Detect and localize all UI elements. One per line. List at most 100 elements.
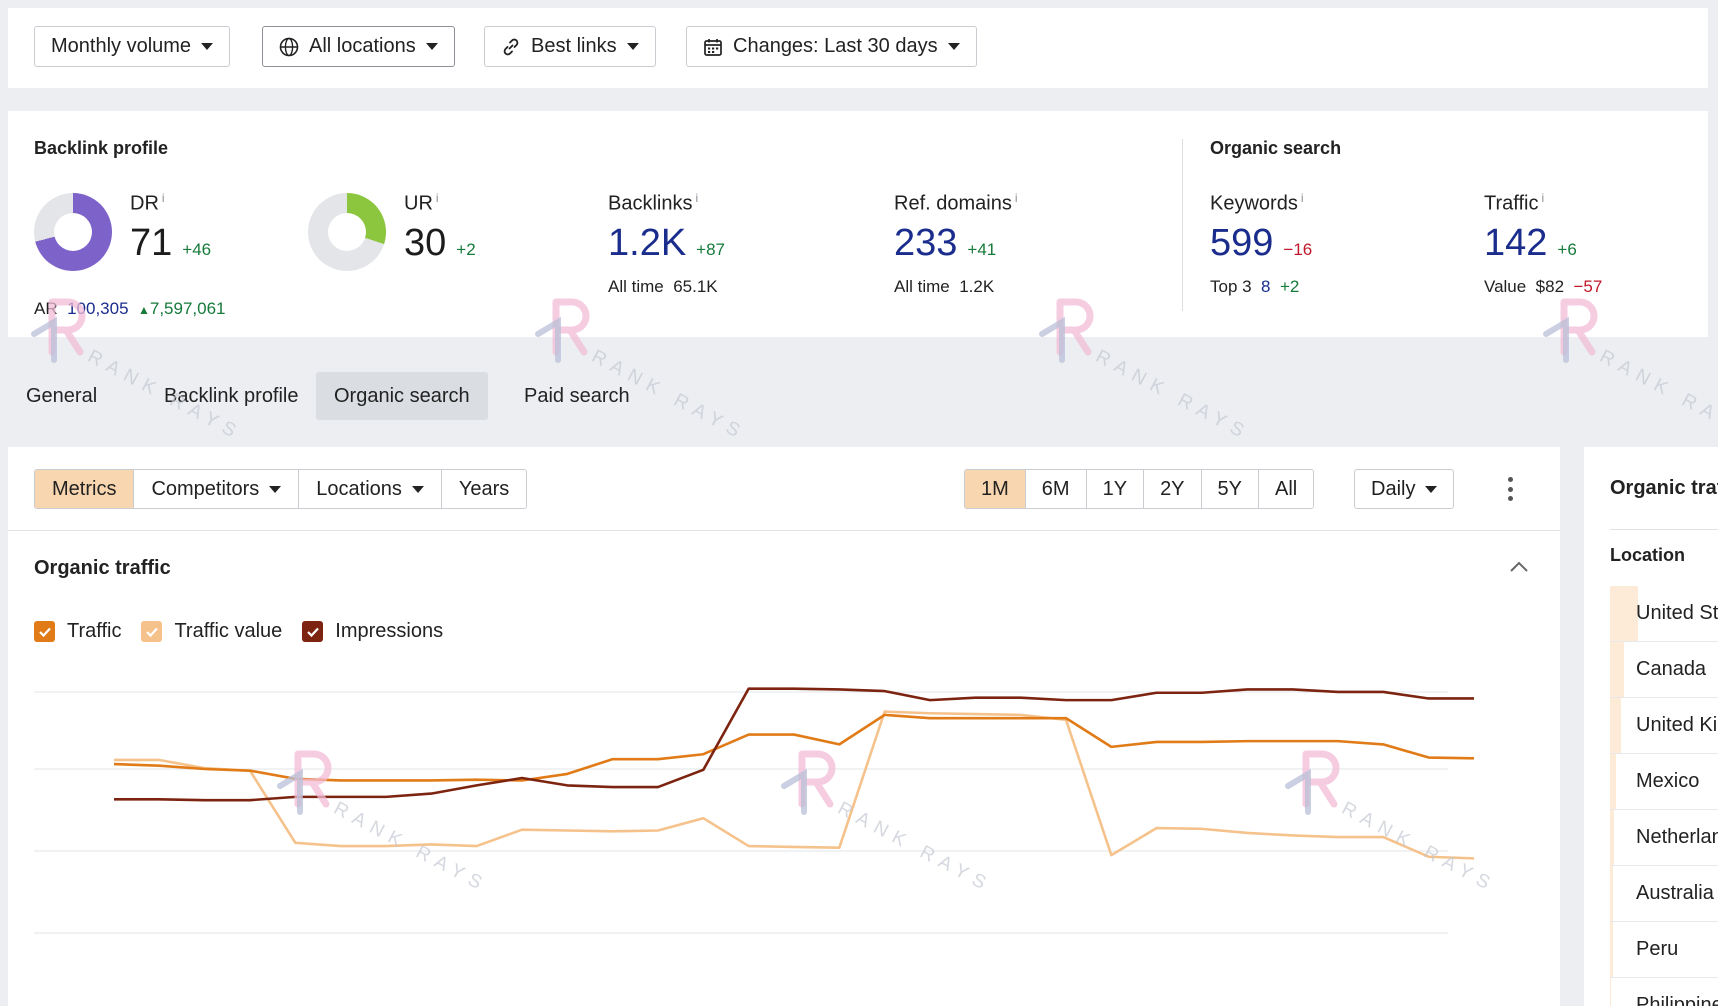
info-icon[interactable]: i	[1301, 191, 1304, 205]
chart-legend: Traffic Traffic value Impressions	[34, 620, 463, 643]
location-row[interactable]: Netherlands	[1610, 810, 1718, 866]
backlink-profile-title: Backlink profile	[34, 138, 169, 158]
tab-organic-search[interactable]: Organic search	[316, 372, 488, 420]
traffic-metric[interactable]: Traffic i 142 +6 Value $82 −57	[1484, 191, 1602, 297]
top3-value[interactable]: 8	[1261, 277, 1270, 296]
view-competitors-dropdown[interactable]: Competitors	[134, 470, 300, 508]
checkbox-checked-icon[interactable]	[302, 621, 324, 642]
traffic-delta: +6	[1557, 239, 1577, 259]
changes-period-dropdown[interactable]: Changes: Last 30 days	[686, 26, 977, 67]
location-panel-title: Organic traffic by location	[1610, 477, 1718, 499]
traffic-value-row: Value $82 −57	[1484, 277, 1602, 297]
best-links-label: Best links	[531, 35, 617, 57]
location-share-bar	[1610, 922, 1613, 977]
interval-label: Daily	[1371, 477, 1416, 500]
legend-impressions-label: Impressions	[335, 620, 444, 642]
range-6m-button[interactable]: 6M	[1025, 470, 1087, 508]
checkbox-checked-icon[interactable]	[34, 621, 55, 642]
dr-label: DR	[130, 192, 159, 215]
traffic-value[interactable]: 142	[1484, 222, 1547, 265]
info-icon[interactable]: i	[1015, 191, 1018, 205]
backlinks-value[interactable]: 1.2K	[608, 222, 686, 265]
checkbox-checked-icon[interactable]	[141, 621, 163, 642]
backlinks-all-time-value: 65.1K	[673, 276, 718, 296]
more-options-icon[interactable]	[1498, 477, 1522, 501]
view-switcher: Metrics Competitors Locations Years	[34, 469, 528, 509]
section-divider	[1182, 139, 1183, 311]
ur-metric[interactable]: UR i 30 +2	[404, 191, 476, 265]
range-all-button[interactable]: All	[1259, 470, 1314, 508]
ur-label: UR	[404, 192, 433, 215]
info-icon[interactable]: i	[695, 191, 698, 205]
info-icon[interactable]: i	[162, 191, 165, 205]
location-share-bar	[1610, 698, 1622, 753]
location-row[interactable]: United States	[1610, 586, 1718, 642]
ur-delta: +2	[456, 239, 476, 259]
keywords-value[interactable]: 599	[1210, 222, 1273, 265]
all-locations-dropdown[interactable]: All locations	[262, 26, 455, 67]
organic-traffic-panel: Metrics Competitors Locations Years 1M 6…	[8, 447, 1560, 1006]
tab-backlink-profile[interactable]: Backlink profile	[146, 372, 317, 420]
location-row[interactable]: United Kingdom	[1610, 698, 1718, 754]
monthly-volume-label: Monthly volume	[51, 35, 192, 57]
dr-value: 71	[130, 221, 173, 264]
range-1m-button[interactable]: 1M	[965, 470, 1026, 508]
location-row[interactable]: Canada	[1610, 642, 1718, 698]
keywords-metric[interactable]: Keywords i 599 −16 Top 3 8 +2	[1210, 191, 1312, 297]
location-share-bar	[1610, 978, 1612, 1006]
tab-paid-search[interactable]: Paid search	[506, 372, 648, 420]
monthly-volume-dropdown[interactable]: Monthly volume	[34, 26, 231, 67]
view-locations-dropdown[interactable]: Locations	[299, 470, 442, 508]
range-5y-button[interactable]: 5Y	[1201, 470, 1259, 508]
traffic-value-label: Value	[1484, 276, 1527, 296]
view-locations-label: Locations	[316, 477, 402, 500]
range-switcher: 1M 6M 1Y 2Y 5Y All	[964, 469, 1315, 509]
location-row[interactable]: Philippines	[1610, 978, 1718, 1006]
legend-traffic-label: Traffic	[67, 620, 122, 642]
location-name: United States	[1636, 602, 1718, 624]
range-2y-button[interactable]: 2Y	[1144, 470, 1202, 508]
location-share-bar	[1610, 642, 1624, 697]
view-years-button[interactable]: Years	[441, 470, 527, 508]
chevron-up-icon[interactable]	[1508, 559, 1530, 575]
dr-delta: +46	[182, 239, 212, 259]
range-1y-button[interactable]: 1Y	[1086, 470, 1145, 508]
location-row[interactable]: Australia	[1610, 866, 1718, 922]
series-line-traffic[interactable]	[113, 713, 1475, 782]
view-competitors-label: Competitors	[151, 477, 260, 500]
info-icon[interactable]: i	[436, 191, 439, 205]
caret-down-icon	[947, 43, 960, 50]
dr-metric[interactable]: DR i 71 +46	[130, 191, 211, 265]
legend-impressions[interactable]: Impressions	[302, 620, 443, 643]
tab-general[interactable]: General	[8, 372, 115, 420]
location-share-bar	[1610, 810, 1615, 865]
watermark-text: RANK RAYS	[1596, 346, 1718, 446]
ar-value[interactable]: 100,305	[67, 299, 128, 318]
location-row[interactable]: Mexico	[1610, 754, 1718, 810]
ar-label: AR	[34, 299, 58, 318]
info-icon[interactable]: i	[1541, 191, 1544, 205]
backlinks-metric[interactable]: Backlinks i 1.2K +87 All time 65.1K	[608, 191, 725, 297]
legend-traffic[interactable]: Traffic	[34, 620, 121, 643]
ref-domains-value[interactable]: 233	[894, 222, 957, 265]
organic-traffic-by-location-panel: Organic traffic by location Location Uni…	[1584, 447, 1718, 1006]
location-name: Philippines	[1636, 994, 1718, 1006]
ref-domains-metric[interactable]: Ref. domains i 233 +41 All time 1.2K	[894, 191, 1018, 297]
link-icon	[503, 38, 519, 55]
location-column-header: Location	[1610, 545, 1685, 565]
globe-icon	[279, 37, 299, 56]
keywords-top3: Top 3 8 +2	[1210, 277, 1312, 297]
legend-traffic-value-label: Traffic value	[174, 620, 283, 642]
ur-donut-chart	[308, 193, 386, 271]
best-links-dropdown[interactable]: Best links	[484, 26, 656, 67]
dr-donut-chart	[34, 193, 112, 271]
legend-traffic-value[interactable]: Traffic value	[141, 620, 282, 643]
view-metrics-button[interactable]: Metrics	[35, 470, 135, 508]
interval-dropdown[interactable]: Daily	[1354, 469, 1455, 509]
location-row[interactable]: Peru	[1610, 922, 1718, 978]
caret-down-icon	[1425, 485, 1438, 493]
series-line-impressions[interactable]	[114, 687, 1474, 802]
location-share-bar	[1610, 754, 1616, 809]
ref-domains-delta: +41	[967, 239, 997, 259]
traffic-value-delta: −57	[1573, 276, 1603, 296]
